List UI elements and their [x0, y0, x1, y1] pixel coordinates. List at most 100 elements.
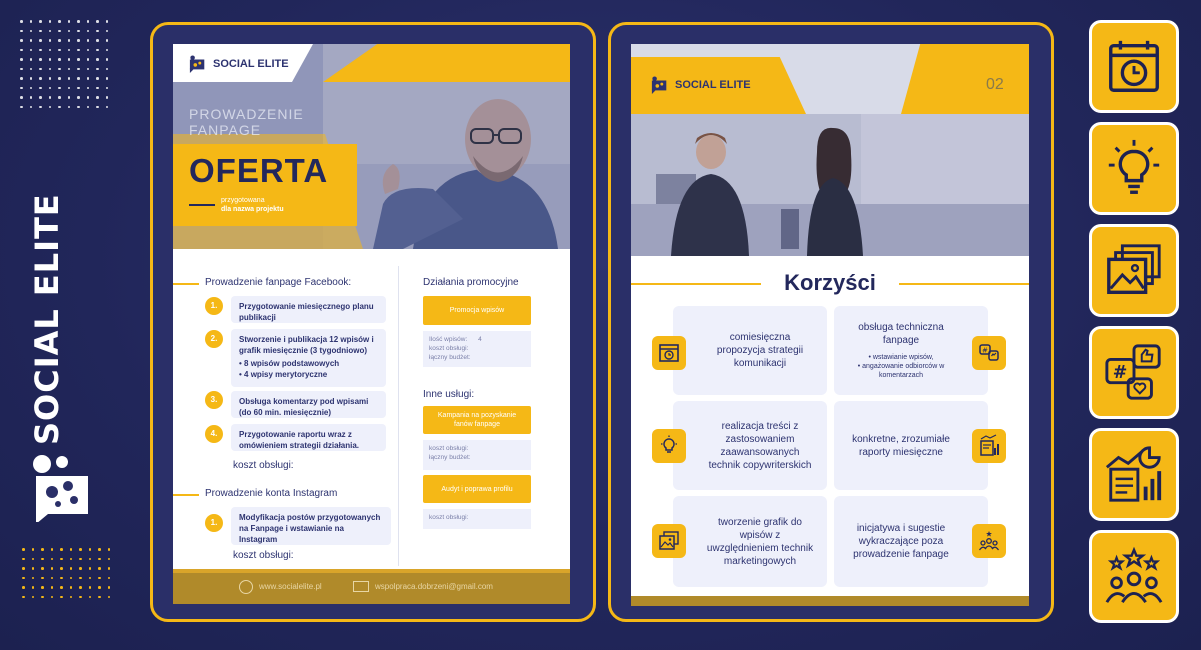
- dot: [31, 548, 34, 551]
- page1-logo: SOCIAL ELITE: [189, 55, 289, 73]
- instagram-heading-line: [173, 494, 199, 496]
- dot: [96, 29, 99, 32]
- images-icon: [1107, 243, 1161, 294]
- dot: [105, 58, 108, 61]
- dot: [39, 48, 42, 51]
- dot: [48, 39, 51, 42]
- dot: [39, 20, 42, 23]
- dot: [67, 86, 70, 89]
- dot: [98, 557, 101, 560]
- dot: [60, 567, 63, 570]
- dot: [77, 39, 80, 42]
- page2-yellow-right: [901, 44, 1029, 114]
- promo-detail-label: Ilość wpisów:: [429, 336, 468, 343]
- dot: [41, 548, 44, 551]
- lightbulb-icon: [652, 429, 686, 463]
- dot: [48, 58, 51, 61]
- dot: [39, 29, 42, 32]
- dot: [50, 576, 53, 579]
- benefit-text: inicjatywa i sugestie wykraczające poza …: [853, 523, 949, 560]
- prepared-for-text: dla nazwa projektu: [221, 206, 284, 213]
- dot: [67, 77, 70, 80]
- dot: [58, 20, 61, 23]
- dot: [86, 29, 89, 32]
- promo-detail-value: 4: [478, 336, 482, 343]
- page-number: 02: [986, 76, 1004, 93]
- dot-pattern-top: [20, 20, 108, 108]
- dot: [96, 48, 99, 51]
- dot: [96, 67, 99, 70]
- dot: [41, 576, 44, 579]
- calendar-clock-icon: [652, 336, 686, 370]
- offer-page: SOCIAL ELITE PROWADZENIE FANPAGE OFERTA …: [173, 44, 570, 604]
- dot: [50, 586, 53, 589]
- ig-item-num: 1.: [205, 514, 223, 532]
- dot: [67, 105, 70, 108]
- subtitle-line2: FANPAGE: [189, 122, 262, 138]
- dot: [77, 86, 80, 89]
- dot: [29, 77, 32, 80]
- dot: [67, 67, 70, 70]
- analytics-icon: [1105, 445, 1162, 502]
- svg-text:#: #: [982, 347, 988, 355]
- dot: [39, 67, 42, 70]
- dot: [79, 557, 82, 560]
- footer-web[interactable]: www.socialelite.pl: [259, 582, 322, 591]
- dot: [107, 576, 110, 579]
- footer-mail[interactable]: wspolpraca.dobrzeni@gmail.com: [375, 582, 493, 591]
- social-media-icon: #: [1105, 343, 1161, 400]
- other-button-campaign[interactable]: Kampania na pozyskanie fanów fanpage: [423, 406, 531, 434]
- report-icon: [972, 429, 1006, 463]
- dot: [107, 567, 110, 570]
- dot: [39, 96, 42, 99]
- dot: [22, 576, 25, 579]
- benefit-text: comiesięczna propozycja strategii komuni…: [716, 332, 804, 369]
- dot: [86, 20, 89, 23]
- page2-footer: [631, 596, 1029, 606]
- side-calendar-clock: [1089, 20, 1179, 113]
- promo-button[interactable]: Promocja wpisów: [423, 296, 531, 325]
- fb-item-bullet: • 8 wpisów podstawowych: [239, 359, 340, 368]
- offer-title: OFERTA: [189, 152, 329, 189]
- promo-heading: Działania promocyjne: [423, 277, 519, 288]
- brand-logo-icon: [28, 452, 98, 524]
- dot: [98, 576, 101, 579]
- dot: [31, 576, 34, 579]
- dot: [50, 567, 53, 570]
- dot: [39, 105, 42, 108]
- dot: [29, 29, 32, 32]
- fb-item-bullet: • 4 wpisy merytoryczne: [239, 370, 328, 379]
- dot: [22, 557, 25, 560]
- dot: [98, 595, 101, 598]
- benefit-text: obsługa techniczna fanpage: [858, 322, 944, 346]
- benefit-card: tworzenie grafik do wpisów z uwzględnien…: [673, 496, 827, 587]
- dot: [88, 595, 91, 598]
- dot: [39, 39, 42, 42]
- facebook-heading-line: [173, 283, 199, 285]
- footer-bar: www.socialelite.pl wspolpraca.dobrzeni@g…: [173, 569, 570, 604]
- dot: [48, 86, 51, 89]
- dot: [107, 557, 110, 560]
- benefit-text: tworzenie grafik do wpisów z uwzględnien…: [706, 516, 814, 567]
- dot: [88, 586, 91, 589]
- dot: [69, 567, 72, 570]
- other-button-audit[interactable]: Audyt i poprawa profilu: [423, 475, 531, 503]
- dot: [29, 48, 32, 51]
- dot: [48, 96, 51, 99]
- dot: [96, 105, 99, 108]
- dot: [107, 595, 110, 598]
- fb-item: Przygotowanie miesięcznego planu publika…: [231, 296, 386, 323]
- dot: [67, 20, 70, 23]
- benefit-card: realizacja treści z zastosowaniem zaawan…: [673, 401, 827, 490]
- heading-line-right: [899, 283, 1029, 285]
- dot: [107, 586, 110, 589]
- dot: [86, 48, 89, 51]
- dot: [58, 105, 61, 108]
- benefit-bullet: • angażowanie odbiorców w komentarzach: [857, 363, 945, 379]
- dot: [58, 67, 61, 70]
- dot: [58, 29, 61, 32]
- benefit-card: konkretne, zrozumiałe raporty miesięczne: [834, 401, 988, 490]
- dot: [69, 548, 72, 551]
- dot: [31, 586, 34, 589]
- dot: [67, 48, 70, 51]
